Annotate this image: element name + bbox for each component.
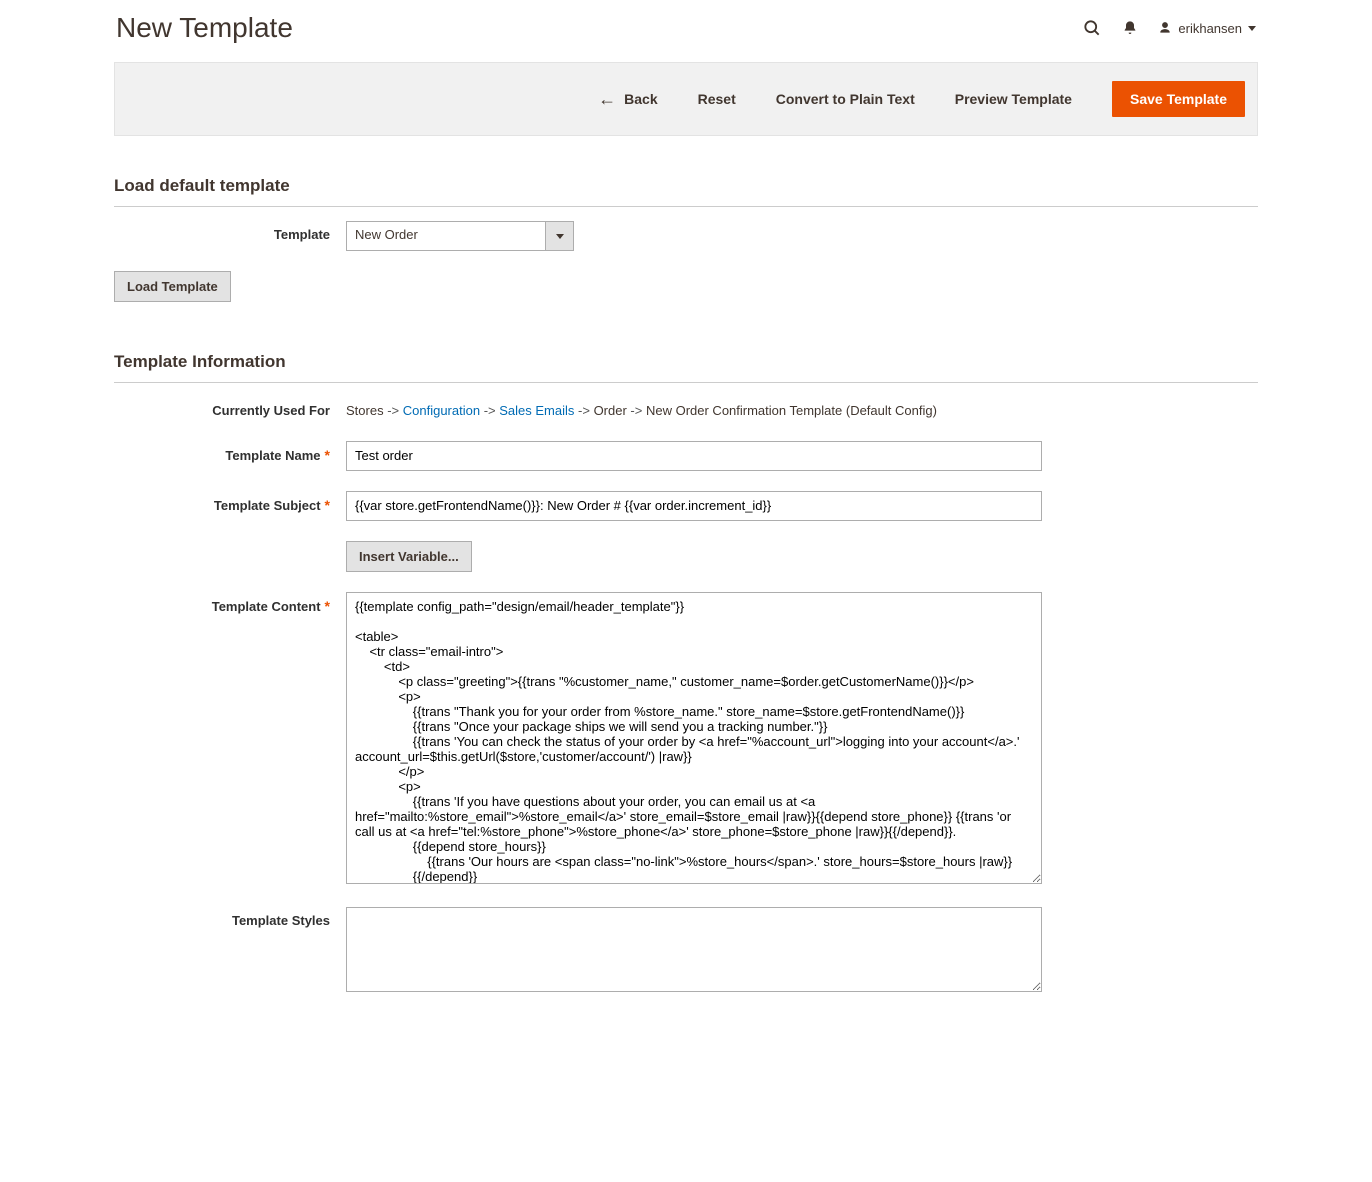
save-button[interactable]: Save Template xyxy=(1112,81,1245,117)
template-select[interactable]: New Order xyxy=(346,221,574,251)
load-template-button[interactable]: Load Template xyxy=(114,271,231,302)
breadcrumb: Stores -> Configuration -> Sales Emails … xyxy=(346,397,1042,421)
template-name-label: Template Name* xyxy=(114,441,346,463)
template-select-value: New Order xyxy=(347,222,545,250)
back-arrow-icon: ← xyxy=(598,90,616,108)
template-styles-label: Template Styles xyxy=(114,907,346,928)
currently-used-for-label: Currently Used For xyxy=(114,397,346,418)
breadcrumb-configuration[interactable]: Configuration xyxy=(403,403,480,418)
user-icon xyxy=(1158,21,1172,35)
template-content-label: Template Content* xyxy=(114,592,346,614)
preview-button[interactable]: Preview Template xyxy=(955,91,1072,107)
template-content-textarea[interactable] xyxy=(346,592,1042,884)
template-select-label: Template xyxy=(114,221,346,242)
load-default-title: Load default template xyxy=(114,136,1258,207)
actions-bar: ← Back Reset Convert to Plain Text Previ… xyxy=(114,62,1258,136)
reset-button[interactable]: Reset xyxy=(698,91,736,107)
template-information-title: Template Information xyxy=(114,312,1258,383)
convert-button[interactable]: Convert to Plain Text xyxy=(776,91,915,107)
template-subject-input[interactable] xyxy=(346,491,1042,521)
username: erikhansen xyxy=(1178,21,1242,36)
template-name-input[interactable] xyxy=(346,441,1042,471)
search-icon[interactable] xyxy=(1082,18,1102,38)
page-title: New Template xyxy=(116,12,293,44)
template-styles-textarea[interactable] xyxy=(346,907,1042,992)
insert-variable-button[interactable]: Insert Variable... xyxy=(346,541,472,572)
chevron-down-icon xyxy=(545,222,573,250)
notifications-icon[interactable] xyxy=(1122,19,1138,37)
chevron-down-icon xyxy=(1248,26,1256,31)
breadcrumb-sales-emails[interactable]: Sales Emails xyxy=(499,403,574,418)
template-subject-label: Template Subject* xyxy=(114,491,346,513)
user-menu[interactable]: erikhansen xyxy=(1158,21,1256,36)
back-button[interactable]: ← Back xyxy=(598,90,657,108)
